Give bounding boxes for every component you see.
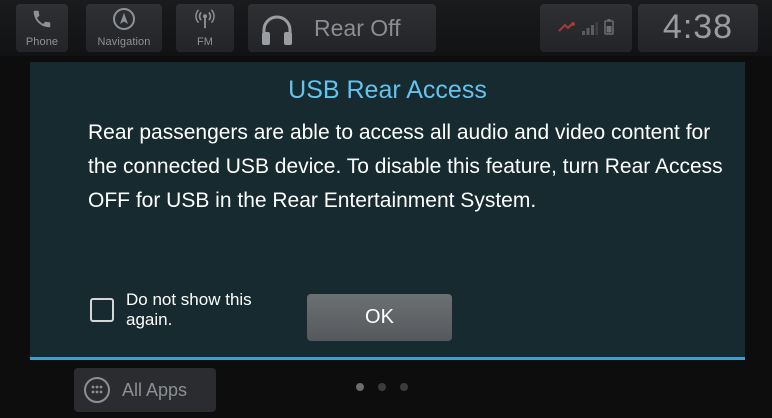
fm-shortcut-button[interactable]: FM <box>176 4 234 52</box>
page-dot[interactable] <box>400 383 408 391</box>
head-unit-screen: Phone Navigation FM Rear Off 4:38 All Ap… <box>0 0 772 418</box>
clock-display: 4:38 <box>638 4 758 52</box>
battery-icon <box>604 19 614 39</box>
fm-shortcut-label: FM <box>196 36 214 48</box>
top-status-bar: Phone Navigation FM Rear Off 4:38 <box>0 0 772 56</box>
phone-shortcut-button[interactable]: Phone <box>16 4 68 52</box>
audio-source-label: Rear Off <box>314 15 401 41</box>
dialog-title: USB Rear Access <box>288 76 487 104</box>
all-apps-label: All Apps <box>122 379 188 400</box>
signal-icon <box>582 20 598 39</box>
phone-shortcut-label: Phone <box>25 36 59 48</box>
audio-source-button[interactable]: Rear Off <box>248 4 436 52</box>
navigation-shortcut-label: Navigation <box>97 36 151 48</box>
headphones-icon <box>260 14 294 50</box>
do-not-show-again-checkbox[interactable] <box>90 298 114 322</box>
page-indicator <box>350 383 414 393</box>
apps-grid-icon <box>84 377 110 403</box>
navigation-icon <box>86 7 162 31</box>
ok-button[interactable]: OK <box>307 294 452 341</box>
do-not-show-again-option[interactable]: Do not show this again. <box>90 290 256 330</box>
phone-icon <box>16 7 68 31</box>
navigation-shortcut-button[interactable]: Navigation <box>86 4 162 52</box>
page-dot[interactable] <box>378 383 386 391</box>
all-apps-button[interactable]: All Apps <box>74 368 216 412</box>
radio-icon <box>176 7 234 31</box>
clock-time: 4:38 <box>662 8 734 46</box>
usb-icon <box>558 20 576 39</box>
dialog-message: Rear passengers are able to access all a… <box>88 121 723 212</box>
page-dot[interactable] <box>356 383 364 391</box>
usb-rear-access-dialog: USB Rear Access Rear passengers are able… <box>30 62 745 360</box>
status-indicators <box>540 4 632 52</box>
do-not-show-again-label[interactable]: Do not show this again. <box>126 290 256 330</box>
